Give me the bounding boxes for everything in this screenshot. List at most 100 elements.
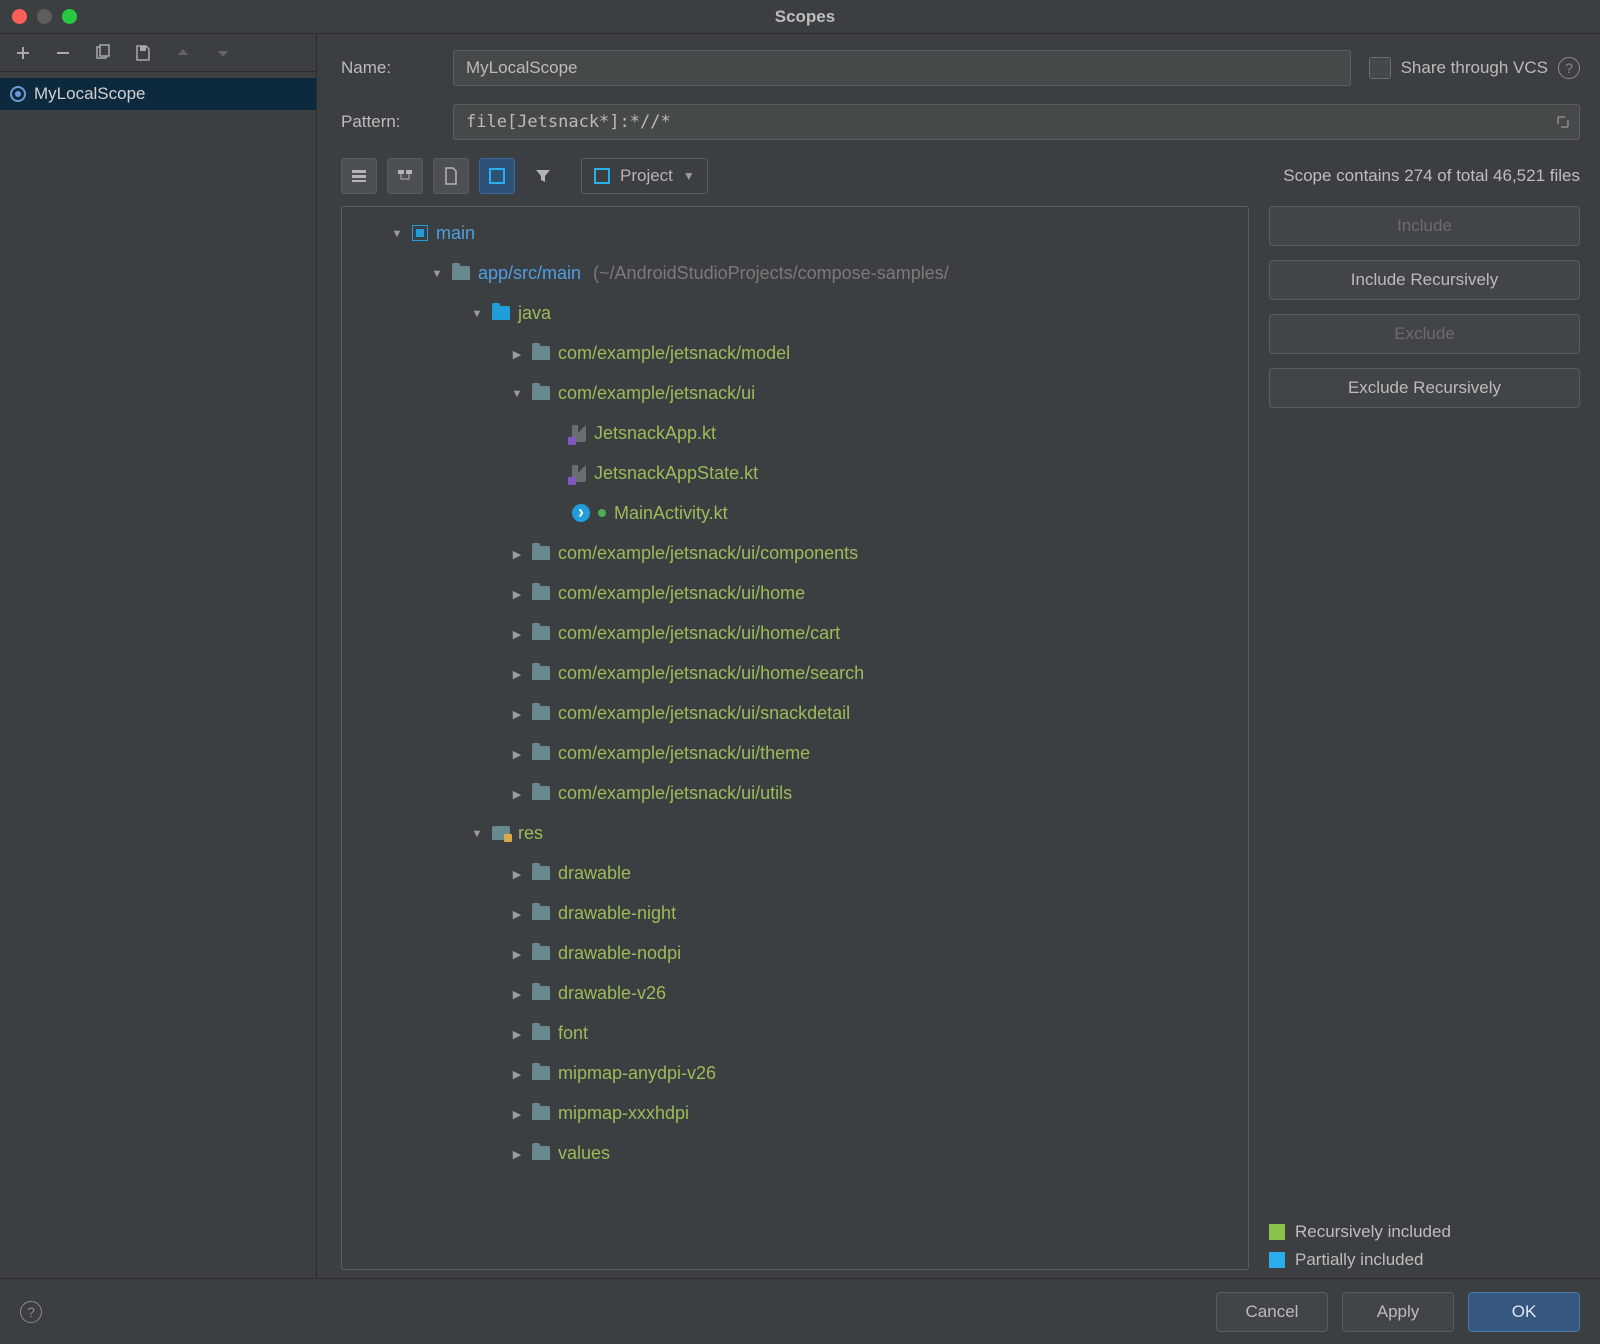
tree-row[interactable]: com/example/jetsnack/ui/theme <box>342 733 1248 773</box>
chevron-right-icon[interactable] <box>510 547 524 561</box>
legend: Recursively included Partially included <box>1269 1222 1580 1270</box>
tree-label: res <box>518 823 543 844</box>
add-scope-button[interactable] <box>10 40 36 66</box>
tree-row[interactable]: font <box>342 1013 1248 1053</box>
chevron-right-icon[interactable] <box>510 587 524 601</box>
tree-row[interactable]: drawable-nodpi <box>342 933 1248 973</box>
folder-icon <box>532 746 550 760</box>
apply-button[interactable]: Apply <box>1342 1292 1454 1332</box>
pattern-row: Pattern: <box>341 104 1580 140</box>
save-scope-button[interactable] <box>130 40 156 66</box>
tree-row[interactable]: com/example/jetsnack/ui/components <box>342 533 1248 573</box>
chevron-right-icon[interactable] <box>510 707 524 721</box>
chevron-right-icon[interactable] <box>510 1107 524 1121</box>
move-up-button <box>170 40 196 66</box>
scope-type-label: Project <box>620 166 673 186</box>
chevron-right-icon[interactable] <box>510 747 524 761</box>
tree-row[interactable]: drawable-night <box>342 893 1248 933</box>
name-input[interactable] <box>453 50 1351 86</box>
tree-row[interactable]: main <box>342 213 1248 253</box>
copy-scope-button[interactable] <box>90 40 116 66</box>
tree-label: app/src/main <box>478 263 581 284</box>
cancel-button[interactable]: Cancel <box>1216 1292 1328 1332</box>
chevron-right-icon[interactable] <box>510 1067 524 1081</box>
tree-row[interactable]: JetsnackAppState.kt <box>342 453 1248 493</box>
run-marker-icon <box>598 509 606 517</box>
tree-row[interactable]: JetsnackApp.kt <box>342 413 1248 453</box>
tree-row[interactable]: values <box>342 1133 1248 1173</box>
chevron-right-icon[interactable] <box>510 347 524 361</box>
include-recursively-button[interactable]: Include Recursively <box>1269 260 1580 300</box>
chevron-right-icon[interactable] <box>510 787 524 801</box>
remove-scope-button[interactable] <box>50 40 76 66</box>
chevron-down-icon[interactable] <box>390 227 404 241</box>
kotlin-file-icon <box>572 425 586 442</box>
chevron-right-icon[interactable] <box>510 1147 524 1161</box>
tree-row[interactable]: drawable-v26 <box>342 973 1248 1013</box>
tree-label: drawable <box>558 863 631 884</box>
tree-row[interactable]: com/example/jetsnack/model <box>342 333 1248 373</box>
exclude-recursively-button[interactable]: Exclude Recursively <box>1269 368 1580 408</box>
tree-row[interactable]: app/src/main (~/AndroidStudioProjects/com… <box>342 253 1248 293</box>
dialog-help-icon[interactable]: ? <box>20 1301 42 1323</box>
tree-label: mipmap-xxxhdpi <box>558 1103 689 1124</box>
chevron-right-icon[interactable] <box>510 867 524 881</box>
tree-row[interactable]: mipmap-anydpi-v26 <box>342 1053 1248 1093</box>
help-icon[interactable]: ? <box>1558 57 1580 79</box>
scope-list: MyLocalScope <box>0 72 316 110</box>
share-vcs-checkbox[interactable] <box>1369 57 1391 79</box>
tree-label: values <box>558 1143 610 1164</box>
folder-icon <box>532 386 550 400</box>
legend-partial-label: Partially included <box>1295 1250 1424 1270</box>
path-hint: (~/AndroidStudioProjects/compose-samples… <box>593 263 949 284</box>
tree-label: com/example/jetsnack/ui <box>558 383 755 404</box>
pattern-input[interactable] <box>453 104 1580 140</box>
folder-icon <box>452 266 470 280</box>
tree-row[interactable]: res <box>342 813 1248 853</box>
legend-swatch-recursive <box>1269 1224 1285 1240</box>
chevron-right-icon[interactable] <box>510 627 524 641</box>
tree-row[interactable]: com/example/jetsnack/ui <box>342 373 1248 413</box>
tree-row[interactable]: com/example/jetsnack/ui/home/search <box>342 653 1248 693</box>
tree-row[interactable]: mipmap-xxxhdpi <box>342 1093 1248 1133</box>
source-folder-icon <box>492 306 510 320</box>
chevron-down-icon[interactable] <box>430 267 444 281</box>
group-by-scope-type-button[interactable] <box>479 158 515 194</box>
chevron-down-icon[interactable] <box>470 827 484 841</box>
chevron-right-icon[interactable] <box>510 947 524 961</box>
window-title: Scopes <box>22 7 1588 27</box>
flatten-packages-button[interactable] <box>341 158 377 194</box>
tree-row[interactable]: MainActivity.kt <box>342 493 1248 533</box>
ok-button[interactable]: OK <box>1468 1292 1580 1332</box>
tree-row[interactable]: java <box>342 293 1248 333</box>
chevron-down-icon[interactable] <box>470 307 484 321</box>
scope-tree[interactable]: main app/src/main (~/AndroidStudioProjects… <box>341 206 1249 1270</box>
show-files-button[interactable] <box>433 158 469 194</box>
include-button[interactable]: Include <box>1269 206 1580 246</box>
chevron-down-icon[interactable] <box>510 387 524 401</box>
exclude-button[interactable]: Exclude <box>1269 314 1580 354</box>
compact-packages-button[interactable] <box>387 158 423 194</box>
folder-icon <box>532 1026 550 1040</box>
tree-row[interactable]: com/example/jetsnack/ui/utils <box>342 773 1248 813</box>
chevron-right-icon[interactable] <box>510 667 524 681</box>
tree-label: drawable-v26 <box>558 983 666 1004</box>
tree-row[interactable]: drawable <box>342 853 1248 893</box>
chevron-right-icon[interactable] <box>510 1027 524 1041</box>
chevron-right-icon[interactable] <box>510 907 524 921</box>
tree-row[interactable]: com/example/jetsnack/ui/home/cart <box>342 613 1248 653</box>
chevron-right-icon[interactable] <box>510 987 524 1001</box>
tree-row[interactable]: com/example/jetsnack/ui/home <box>342 573 1248 613</box>
folder-icon <box>532 626 550 640</box>
folder-icon <box>532 1066 550 1080</box>
folder-icon <box>532 986 550 1000</box>
legend-swatch-partial <box>1269 1252 1285 1268</box>
tree-label: JetsnackApp.kt <box>594 423 716 444</box>
scope-type-combo[interactable]: Project ▼ <box>581 158 708 194</box>
tree-row[interactable]: com/example/jetsnack/ui/snackdetail <box>342 693 1248 733</box>
include-exclude-buttons: Include Include Recursively Exclude Excl… <box>1269 206 1580 1270</box>
scope-item-mylocalscope[interactable]: MyLocalScope <box>0 78 316 110</box>
tree-label: java <box>518 303 551 324</box>
chevron-down-icon: ▼ <box>683 169 695 183</box>
filter-button[interactable] <box>525 158 561 194</box>
